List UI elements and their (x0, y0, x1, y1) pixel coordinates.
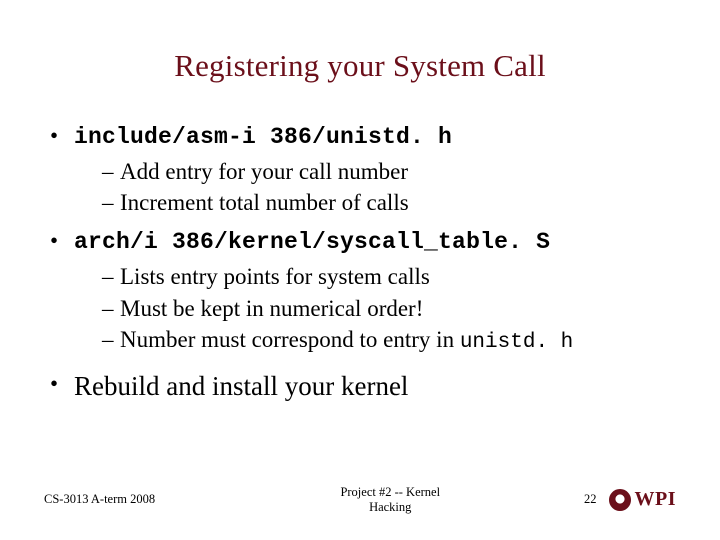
sub-item: Increment total number of calls (102, 187, 676, 219)
footer-center-line: Hacking (244, 500, 537, 514)
brand-text: WPI (635, 488, 677, 511)
sub-item: Number must correspond to entry in unist… (102, 324, 676, 358)
sub-item: Add entry for your call number (102, 156, 676, 188)
bullet-list: include/asm-i 386/unistd. h Add entry fo… (44, 120, 676, 406)
slide-title: Registering your System Call (44, 48, 676, 84)
seal-icon (609, 489, 631, 511)
sub-list: Lists entry points for system calls Must… (74, 261, 676, 358)
footer-left: CS-3013 A-term 2008 (44, 492, 244, 507)
footer-center: Project #2 -- Kernel Hacking (244, 485, 537, 514)
bullet-head: Rebuild and install your kernel (74, 371, 408, 401)
sub-list: Add entry for your call number Increment… (74, 156, 676, 219)
bullet-item: include/asm-i 386/unistd. h Add entry fo… (50, 120, 676, 219)
footer-page-number: 22 (537, 492, 609, 507)
footer-logo: WPI (609, 488, 677, 511)
sub-item: Must be kept in numerical order! (102, 293, 676, 325)
bullet-head: arch/i 386/kernel/syscall_table. S (74, 229, 550, 255)
bullet-head: include/asm-i 386/unistd. h (74, 124, 452, 150)
inline-code: unistd. h (460, 331, 573, 354)
slide-footer: CS-3013 A-term 2008 Project #2 -- Kernel… (0, 485, 720, 514)
footer-center-line: Project #2 -- Kernel (244, 485, 537, 499)
sub-item: Lists entry points for system calls (102, 261, 676, 293)
bullet-item: arch/i 386/kernel/syscall_table. S Lists… (50, 225, 676, 358)
slide: Registering your System Call include/asm… (0, 0, 720, 540)
sub-item-text: Number must correspond to entry in (120, 327, 460, 352)
bullet-item: Rebuild and install your kernel (50, 368, 676, 405)
